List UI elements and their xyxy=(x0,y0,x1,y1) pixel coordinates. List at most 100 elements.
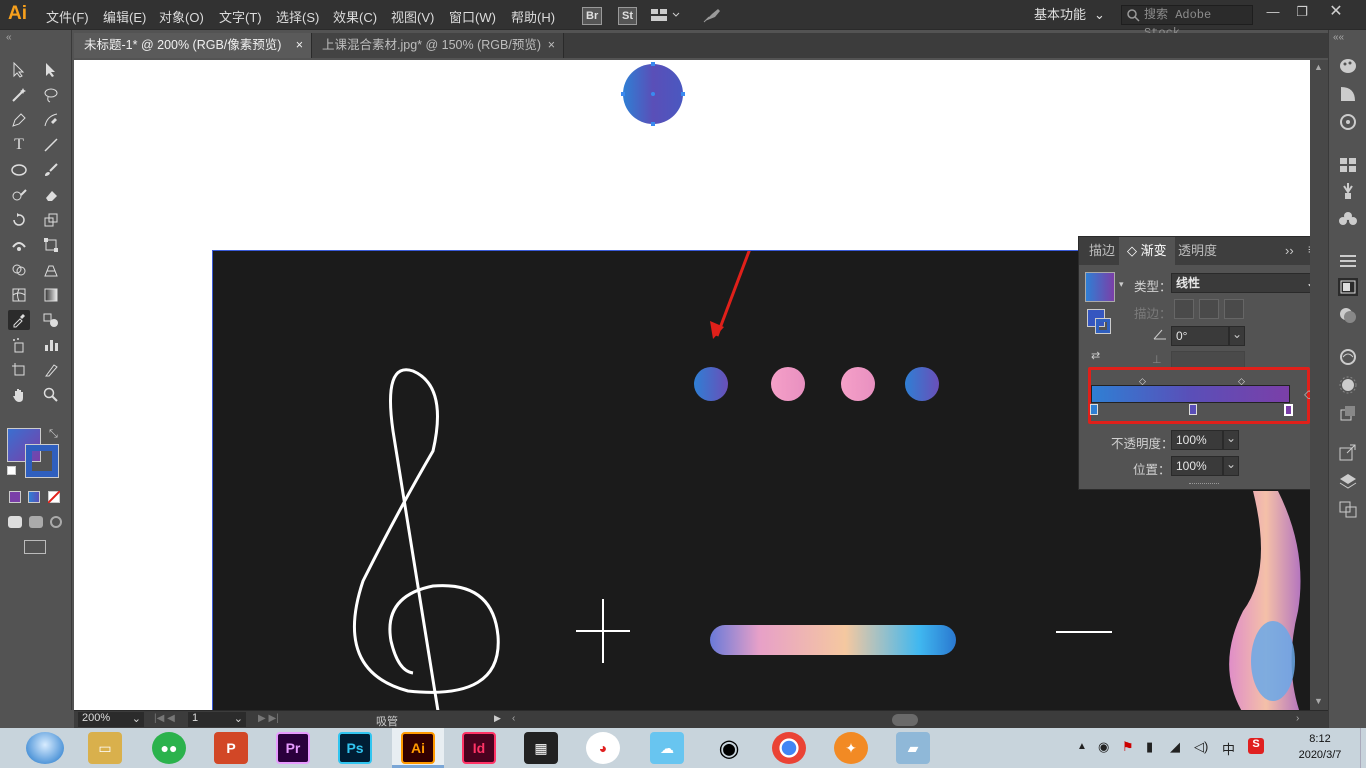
swatches-icon[interactable] xyxy=(1338,156,1358,174)
hand-tool-icon[interactable] xyxy=(8,385,30,405)
collapse-dock-icon[interactable]: «« xyxy=(1333,32,1344,43)
type-tool-icon[interactable]: T xyxy=(8,135,30,155)
ime-indicator[interactable]: 中 xyxy=(1222,739,1235,758)
tab-untitled-1[interactable]: 未标题-1* @ 200% (RGB/像素预览) × xyxy=(74,33,312,58)
chevron-down-icon[interactable]: ⌄ xyxy=(1223,430,1239,450)
workspace-switcher[interactable]: 基本功能 ⌄ xyxy=(1028,5,1106,25)
chevron-down-icon[interactable]: ▾ xyxy=(1119,279,1124,290)
scroll-left-icon[interactable]: ‹ xyxy=(512,713,515,724)
chevron-down-icon[interactable]: ⌄ xyxy=(1229,326,1245,346)
selection-tool-icon[interactable] xyxy=(8,60,30,80)
eyedropper-tool-icon[interactable] xyxy=(8,310,30,330)
cc-libraries-icon[interactable] xyxy=(1338,348,1358,366)
draw-inside-icon[interactable] xyxy=(50,516,62,528)
gradient-type-select[interactable]: 线性 ⌄ xyxy=(1171,273,1321,293)
qq-tray-icon[interactable]: ◉ xyxy=(1098,739,1109,755)
rotate-tool-icon[interactable] xyxy=(8,210,30,230)
clock-date[interactable]: 2020/3/7 xyxy=(1285,749,1355,761)
close-icon[interactable]: × xyxy=(296,33,303,58)
color-stop-end[interactable] xyxy=(1284,404,1293,416)
zoom-select[interactable]: 200% ⌄ xyxy=(78,712,144,727)
expand-panel-icon[interactable]: ›› xyxy=(1285,243,1294,258)
wifi-icon[interactable]: ◢ xyxy=(1170,739,1180,755)
qq-icon[interactable]: ◉ xyxy=(712,732,746,764)
eraser-tool-icon[interactable] xyxy=(40,185,62,205)
stroke-swatch[interactable] xyxy=(25,444,59,478)
transparency-panel-icon[interactable] xyxy=(1338,306,1358,324)
green-red-app-icon[interactable]: ◕ xyxy=(586,732,620,764)
stroke-panel-icon[interactable] xyxy=(1338,252,1358,270)
menu-select[interactable]: 选择(S) xyxy=(276,7,319,26)
flag-tray-icon[interactable]: ⚑ xyxy=(1122,739,1134,755)
show-desktop-button[interactable] xyxy=(1360,728,1366,768)
menu-view[interactable]: 视图(V) xyxy=(391,7,434,26)
stock-search-input[interactable]: 搜索 Adobe Stock xyxy=(1121,5,1253,40)
restore-button[interactable]: ❐ xyxy=(1291,4,1313,20)
scroll-up-icon[interactable]: ▲ xyxy=(1314,62,1323,72)
browser-app-icon[interactable]: ✦ xyxy=(834,732,868,764)
battery-icon[interactable]: ▮ xyxy=(1146,739,1153,755)
screen-mode-icon[interactable] xyxy=(24,540,46,554)
tray-expand-icon[interactable]: ▲ xyxy=(1077,741,1087,752)
tab-stroke[interactable]: 描边 xyxy=(1081,237,1123,265)
notes-app-icon[interactable]: ▰ xyxy=(896,732,930,764)
default-colors-icon[interactable] xyxy=(7,466,16,475)
perspective-grid-tool-icon[interactable] xyxy=(40,260,62,280)
menu-edit[interactable]: 编辑(E) xyxy=(103,7,146,26)
gradient-preview-swatch[interactable] xyxy=(1085,272,1115,302)
menu-help[interactable]: 帮助(H) xyxy=(511,7,555,26)
start-button[interactable] xyxy=(26,732,64,764)
tab-gradient[interactable]: ◇ 渐变 xyxy=(1119,237,1175,265)
arrange-documents-icon[interactable] xyxy=(650,8,680,25)
premiere-icon[interactable]: Pr xyxy=(276,732,310,764)
artboard-select[interactable]: 1 ⌄ xyxy=(188,712,246,727)
symbols-icon[interactable] xyxy=(1338,210,1358,228)
blend-tool-icon[interactable] xyxy=(40,310,62,330)
illustrator-icon[interactable]: Ai xyxy=(401,732,435,764)
mesh-tool-icon[interactable] xyxy=(8,285,30,305)
color-mode-icon[interactable] xyxy=(9,491,21,503)
graphic-styles-icon[interactable] xyxy=(1338,404,1358,422)
brushes-icon[interactable] xyxy=(1338,182,1358,200)
bridge-button[interactable]: Br xyxy=(582,7,603,25)
color-stop-start[interactable] xyxy=(1090,404,1098,415)
draw-behind-icon[interactable] xyxy=(29,516,43,528)
powerpoint-icon[interactable]: P xyxy=(214,732,248,764)
line-tool-icon[interactable] xyxy=(40,135,62,155)
layers-icon[interactable] xyxy=(1338,472,1358,490)
menu-object[interactable]: 对象(O) xyxy=(159,7,204,26)
none-mode-icon[interactable] xyxy=(48,491,60,503)
scale-tool-icon[interactable] xyxy=(40,210,62,230)
direct-selection-tool-icon[interactable] xyxy=(40,60,62,80)
tab-material-jpg[interactable]: 上课混合素材.jpg* @ 150% (RGB/预览) × xyxy=(312,33,564,58)
artboards-panel-icon[interactable] xyxy=(1338,500,1358,518)
pet-app-icon[interactable]: ☁ xyxy=(650,732,684,764)
reverse-gradient-icon[interactable]: ⇄ xyxy=(1091,349,1100,362)
menu-effect[interactable]: 效果(C) xyxy=(333,7,377,26)
gradient-tool-icon[interactable] xyxy=(40,285,62,305)
paintbrush-tool-icon[interactable] xyxy=(40,160,62,180)
menu-type[interactable]: 文字(T) xyxy=(219,7,262,26)
photoshop-icon[interactable]: Ps xyxy=(338,732,372,764)
shape-builder-tool-icon[interactable] xyxy=(8,260,30,280)
tab-transparency[interactable]: 透明度 xyxy=(1170,237,1225,265)
close-icon[interactable]: × xyxy=(548,33,555,58)
scroll-right-icon[interactable]: › xyxy=(1296,713,1299,724)
column-graph-tool-icon[interactable] xyxy=(40,335,62,355)
gradient-panel-icon[interactable] xyxy=(1338,278,1358,296)
volume-icon[interactable]: ◁) xyxy=(1194,739,1208,755)
magic-wand-tool-icon[interactable] xyxy=(8,85,30,105)
zoom-tool-icon[interactable] xyxy=(40,385,62,405)
chrome-icon[interactable] xyxy=(772,732,806,764)
opacity-field[interactable]: 100% xyxy=(1171,430,1223,450)
shaper-tool-icon[interactable] xyxy=(8,185,30,205)
artboard-tool-icon[interactable] xyxy=(8,360,30,380)
gradient-mode-icon[interactable] xyxy=(28,491,40,503)
status-menu-icon[interactable]: ▶ xyxy=(494,713,501,724)
width-tool-icon[interactable] xyxy=(8,235,30,255)
appearance-icon[interactable] xyxy=(1338,376,1358,394)
resize-grip[interactable] xyxy=(1189,483,1219,486)
free-transform-tool-icon[interactable] xyxy=(40,235,62,255)
lasso-tool-icon[interactable] xyxy=(40,85,62,105)
swap-fill-stroke-icon[interactable]: ⤡ xyxy=(49,428,58,441)
